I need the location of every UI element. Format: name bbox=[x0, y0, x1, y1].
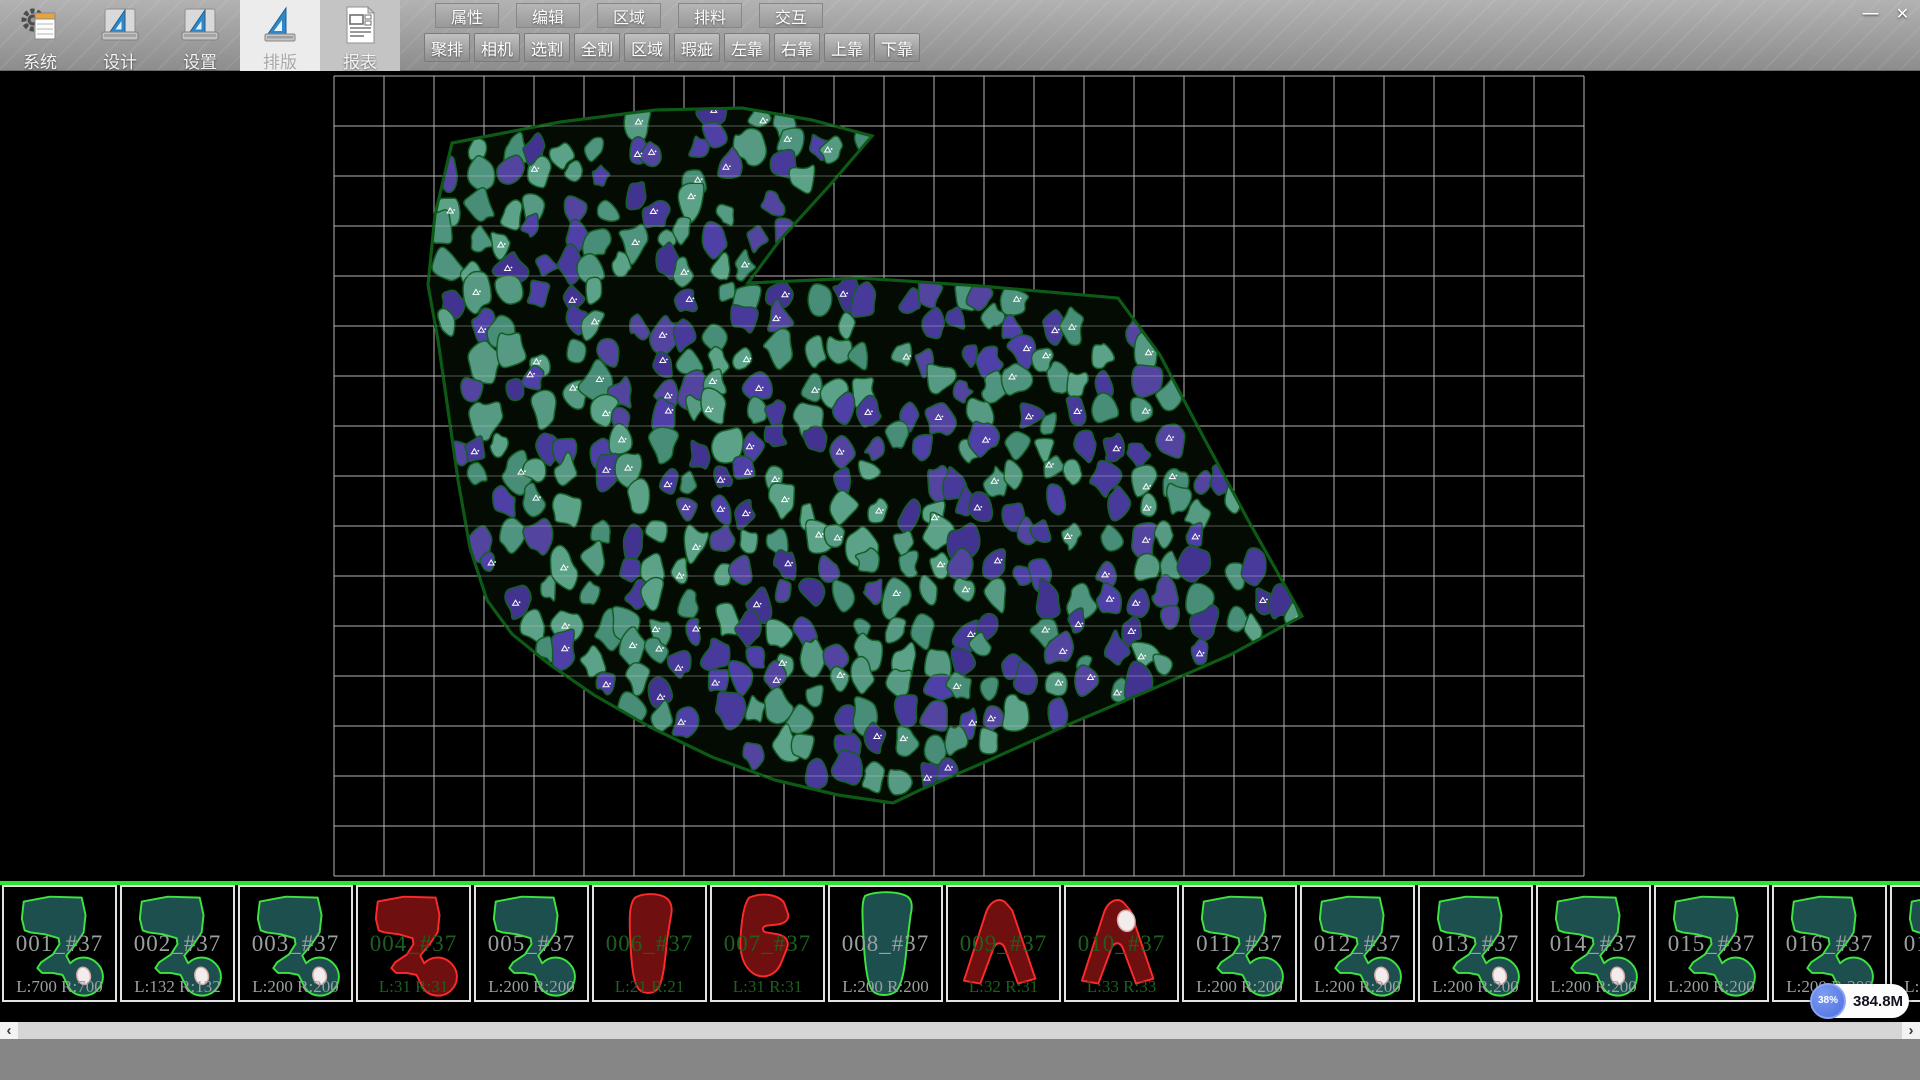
part-thumbnail-010_#37[interactable]: 010_#37 L:33 R:33 bbox=[1064, 885, 1179, 1002]
part-thumbnail-013_#37[interactable]: 013_#37 L:200 R:200 bbox=[1418, 885, 1533, 1002]
scroll-right-button[interactable]: › bbox=[1902, 1022, 1920, 1039]
mode-button-label: 设置 bbox=[183, 48, 217, 73]
menu-tab-5[interactable]: 交互 bbox=[759, 3, 823, 28]
part-counts: L:200 R:200 bbox=[1420, 977, 1531, 997]
part-counts: L:200 R:200 bbox=[1538, 977, 1649, 997]
part-thumbnail-003_#37[interactable]: 003_#37 L:200 R:200 bbox=[238, 885, 353, 1002]
part-thumbnail-012_#37[interactable]: 012_#37 L:200 R:200 bbox=[1300, 885, 1415, 1002]
memory-value: 384.8M bbox=[1853, 993, 1903, 1010]
part-thumbnail-002_#37[interactable]: 002_#37 L:132 R:132 bbox=[120, 885, 235, 1002]
tool-button-8[interactable]: 右靠 bbox=[774, 33, 820, 62]
tool-button-2[interactable]: 相机 bbox=[474, 33, 520, 62]
scrollbar-track[interactable] bbox=[18, 1022, 1902, 1039]
part-label: 001_#37 bbox=[4, 931, 115, 957]
part-thumbnail-001_#37[interactable]: 001_#37 L:700 R:700 bbox=[2, 885, 117, 1002]
part-thumbnail-004_#37[interactable]: 004_#37 L:31 R:31 bbox=[356, 885, 471, 1002]
part-label: 007_#37 bbox=[712, 931, 823, 957]
part-label: 009_#37 bbox=[948, 931, 1059, 957]
ribbon-toolbar: 系统设计设置排版报表 属性编辑区域排料交互 聚排相机选割全割区域瑕疵左靠右靠上靠… bbox=[0, 0, 1920, 71]
design-triangle-icon bbox=[98, 3, 142, 47]
tool-button-10[interactable]: 下靠 bbox=[874, 33, 920, 62]
tool-button-7[interactable]: 左靠 bbox=[724, 33, 770, 62]
menu-tab-3[interactable]: 区域 bbox=[597, 3, 661, 28]
tool-button-5[interactable]: 区域 bbox=[624, 33, 670, 62]
part-label: 011_#37 bbox=[1184, 931, 1295, 957]
part-counts: L:200 R:200 bbox=[1302, 977, 1413, 997]
part-label: 006_#37 bbox=[594, 931, 705, 957]
part-counts: L:200 R:200 bbox=[830, 977, 941, 997]
part-label: 015_#37 bbox=[1656, 931, 1767, 957]
menu-tab-4[interactable]: 排料 bbox=[678, 3, 742, 28]
part-label: 017_#37 bbox=[1892, 931, 1920, 957]
menu-tab-row: 属性编辑区域排料交互 bbox=[435, 3, 823, 28]
part-label: 012_#37 bbox=[1302, 931, 1413, 957]
part-counts: L:200 R:200 bbox=[1656, 977, 1767, 997]
part-counts: L:21 R:21 bbox=[594, 977, 705, 997]
part-counts: L:700 R:700 bbox=[4, 977, 115, 997]
parts-thumbnail-strip: 001_#37L:700 R:700002_#37L:132 R:132003_… bbox=[0, 885, 1920, 1022]
part-counts: L:31 R:31 bbox=[358, 977, 469, 997]
part-label: 010_#37 bbox=[1066, 931, 1177, 957]
nesting-canvas[interactable] bbox=[0, 71, 1920, 881]
horizontal-scrollbar[interactable]: ‹ › bbox=[0, 1022, 1920, 1039]
minimize-button[interactable]: — bbox=[1857, 3, 1884, 25]
system-gear-icon bbox=[18, 3, 62, 47]
settings-triangle-icon bbox=[178, 3, 222, 47]
menu-tab-2[interactable]: 编辑 bbox=[516, 3, 580, 28]
scroll-left-button[interactable]: ‹ bbox=[0, 1022, 18, 1039]
part-thumbnail-014_#37[interactable]: 014_#37 L:200 R:200 bbox=[1536, 885, 1651, 1002]
part-thumbnail-007_#37[interactable]: 007_#37 L:31 R:31 bbox=[710, 885, 825, 1002]
tool-button-9[interactable]: 上靠 bbox=[824, 33, 870, 62]
part-label: 008_#37 bbox=[830, 931, 941, 957]
part-counts: L:200 R:200 bbox=[240, 977, 351, 997]
tool-button-6[interactable]: 瑕疵 bbox=[674, 33, 720, 62]
mode-button-label: 系统 bbox=[23, 48, 57, 73]
part-counts: L:31 R:31 bbox=[712, 977, 823, 997]
part-thumbnail-005_#37[interactable]: 005_#37 L:200 R:200 bbox=[474, 885, 589, 1002]
mode-button-1[interactable]: 系统 bbox=[0, 0, 80, 71]
tool-button-3[interactable]: 选割 bbox=[524, 33, 570, 62]
part-label: 016_#37 bbox=[1774, 931, 1885, 957]
part-counts: L:33 R:33 bbox=[1066, 977, 1177, 997]
mode-button-5[interactable]: 报表 bbox=[320, 0, 400, 71]
report-doc-icon bbox=[338, 3, 382, 47]
part-label: 005_#37 bbox=[476, 931, 587, 957]
close-button[interactable]: ✕ bbox=[1889, 3, 1916, 25]
part-label: 014_#37 bbox=[1538, 931, 1649, 957]
part-counts: L:200 R:200 bbox=[476, 977, 587, 997]
layout-triangle-icon bbox=[258, 3, 302, 47]
part-thumbnail-011_#37[interactable]: 011_#37 L:200 R:200 bbox=[1182, 885, 1297, 1002]
tool-button-row: 聚排相机选割全割区域瑕疵左靠右靠上靠下靠 bbox=[424, 33, 920, 62]
memory-badge[interactable]: 38% 384.8M bbox=[1811, 984, 1909, 1018]
part-label: 002_#37 bbox=[122, 931, 233, 957]
tool-button-4[interactable]: 全割 bbox=[574, 33, 620, 62]
menu-tab-1[interactable]: 属性 bbox=[435, 3, 499, 28]
bottom-bar bbox=[0, 1039, 1920, 1080]
mode-button-label: 报表 bbox=[343, 48, 377, 73]
mode-button-4[interactable]: 排版 bbox=[240, 0, 320, 71]
part-label: 003_#37 bbox=[240, 931, 351, 957]
main-mode-buttons: 系统 设计 设置 排版 报表 bbox=[0, 0, 400, 71]
app-window: 系统设计设置排版报表 属性编辑区域排料交互 聚排相机选割全割区域瑕疵左靠右靠上靠… bbox=[0, 0, 1920, 1080]
mode-button-2[interactable]: 设计 bbox=[80, 0, 160, 71]
part-thumbnail-006_#37[interactable]: 006_#37 L:21 R:21 bbox=[592, 885, 707, 1002]
part-thumbnail-008_#37[interactable]: 008_#37 L:200 R:200 bbox=[828, 885, 943, 1002]
mode-button-label: 设计 bbox=[103, 48, 137, 73]
part-thumbnail-009_#37[interactable]: 009_#37 L:32 R:31 bbox=[946, 885, 1061, 1002]
nesting-canvas-drawing bbox=[0, 71, 1920, 881]
part-label: 004_#37 bbox=[358, 931, 469, 957]
part-counts: L:132 R:132 bbox=[122, 977, 233, 997]
part-counts: L:200 R:200 bbox=[1184, 977, 1295, 997]
percent-circle: 38% bbox=[1810, 983, 1846, 1019]
tool-button-1[interactable]: 聚排 bbox=[424, 33, 470, 62]
window-controls: — ✕ bbox=[1857, 3, 1916, 25]
part-label: 013_#37 bbox=[1420, 931, 1531, 957]
part-counts: L:32 R:31 bbox=[948, 977, 1059, 997]
mode-button-label: 排版 bbox=[263, 48, 297, 73]
part-thumbnail-015_#37[interactable]: 015_#37 L:200 R:200 bbox=[1654, 885, 1769, 1002]
mode-button-3[interactable]: 设置 bbox=[160, 0, 240, 71]
